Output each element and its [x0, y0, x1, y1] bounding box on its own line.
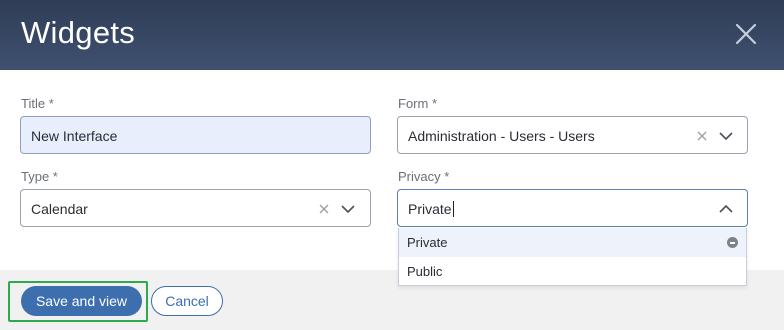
privacy-option-label: Private — [407, 235, 448, 250]
title-label: Title * — [21, 96, 54, 111]
save-and-view-button[interactable]: Save and view — [21, 286, 142, 316]
chevron-down-icon[interactable] — [718, 128, 734, 144]
privacy-select[interactable]: Private — [397, 189, 748, 227]
privacy-select-value: Private — [408, 201, 452, 217]
dialog-header: Widgets — [0, 0, 784, 70]
privacy-option-private[interactable]: Private — [399, 228, 746, 257]
privacy-label: Privacy * — [398, 169, 450, 184]
form-select-value: Administration - Users - Users — [408, 128, 595, 144]
type-select[interactable]: Calendar — [20, 189, 371, 227]
form-label: Form * — [398, 96, 437, 111]
privacy-dropdown: Private Public — [398, 228, 747, 286]
type-select-value: Calendar — [31, 201, 88, 217]
dialog-title: Widgets — [21, 15, 136, 50]
clear-icon[interactable] — [694, 128, 710, 144]
privacy-select-value-wrap: Private — [408, 201, 454, 217]
type-label: Type * — [21, 169, 58, 184]
chevron-up-icon[interactable] — [718, 201, 734, 217]
privacy-option-label: Public — [407, 264, 443, 279]
remove-option-icon[interactable] — [727, 237, 738, 248]
cancel-button[interactable]: Cancel — [151, 286, 223, 316]
title-input[interactable]: New Interface — [20, 116, 371, 154]
text-caret — [452, 201, 454, 217]
title-input-value: New Interface — [31, 128, 118, 144]
chevron-down-icon[interactable] — [340, 201, 356, 217]
clear-icon[interactable] — [316, 201, 332, 217]
close-icon[interactable] — [732, 20, 760, 48]
privacy-option-public[interactable]: Public — [399, 257, 746, 286]
form-select[interactable]: Administration - Users - Users — [397, 116, 748, 154]
